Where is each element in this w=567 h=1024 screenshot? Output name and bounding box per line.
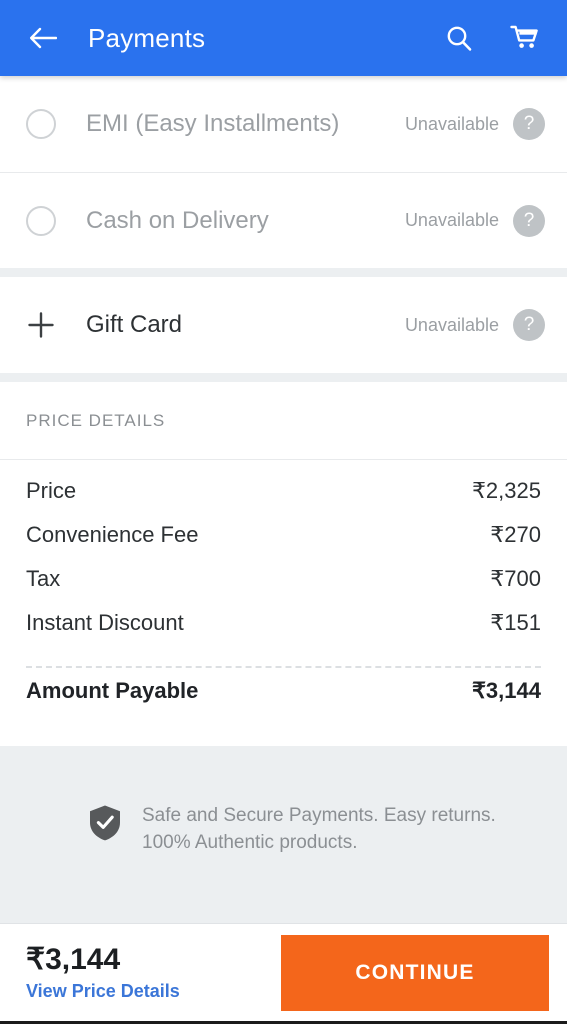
bottom-amount: ₹3,144 bbox=[26, 943, 121, 976]
gift-card-label: Gift Card bbox=[86, 311, 183, 338]
secure-banner-text: Safe and Secure Payments. Easy returns. … bbox=[142, 802, 496, 856]
price-details-title: PRICE DETAILS bbox=[26, 410, 166, 430]
help-icon[interactable]: ? bbox=[513, 309, 545, 341]
radio-icon[interactable] bbox=[26, 205, 56, 236]
help-icon[interactable]: ? bbox=[513, 108, 545, 140]
search-button[interactable] bbox=[439, 18, 479, 58]
bottom-action-bar: ₹3,144 View Price Details CONTINUE bbox=[0, 923, 567, 1021]
help-icon[interactable]: ? bbox=[513, 204, 545, 237]
gift-card-row[interactable]: Gift Card Unavailable ? bbox=[0, 277, 567, 373]
view-price-details-link[interactable]: View Price Details bbox=[26, 980, 180, 1002]
price-row: Instant Discount ₹151 bbox=[26, 610, 541, 654]
search-icon bbox=[447, 26, 472, 51]
plus-glyph bbox=[28, 312, 54, 338]
arrow-back-icon bbox=[30, 27, 57, 49]
secure-banner-line2: 100% Authentic products. bbox=[142, 832, 358, 853]
status-badge: Unavailable bbox=[404, 314, 499, 335]
price-row: Convenience Fee ₹270 bbox=[26, 522, 541, 566]
price-row-label: Tax bbox=[26, 566, 61, 591]
price-details-header: PRICE DETAILS bbox=[0, 382, 567, 460]
page-title: Payments bbox=[88, 22, 206, 53]
secure-banner-line1: Safe and Secure Payments. Easy returns. bbox=[142, 805, 496, 826]
price-row-label: Price bbox=[26, 478, 77, 503]
price-row-value: ₹700 bbox=[490, 566, 541, 591]
content-scroll: EMI (Easy Installments) Unavailable ? Ca… bbox=[0, 76, 567, 923]
payment-options-card: EMI (Easy Installments) Unavailable ? Ca… bbox=[0, 76, 567, 268]
continue-button[interactable]: CONTINUE bbox=[281, 934, 549, 1011]
bottom-amount-group: ₹3,144 View Price Details bbox=[26, 943, 180, 1002]
secure-payments-banner: Safe and Secure Payments. Easy returns. … bbox=[0, 746, 567, 923]
payment-option-cod[interactable]: Cash on Delivery Unavailable ? bbox=[0, 172, 567, 268]
status-badge: Unavailable bbox=[404, 113, 499, 134]
payment-option-label: EMI (Easy Installments) bbox=[86, 110, 340, 137]
radio-icon[interactable] bbox=[26, 109, 56, 139]
status-badge: Unavailable bbox=[404, 210, 499, 230]
payments-screen: Payments EMI (Easy Installments) Unavail… bbox=[0, 0, 567, 1024]
price-row-value: ₹2,325 bbox=[471, 478, 541, 503]
back-button[interactable] bbox=[26, 21, 60, 55]
price-row: Tax ₹700 bbox=[26, 566, 541, 610]
price-row-value: ₹270 bbox=[490, 522, 541, 547]
app-bar: Payments bbox=[0, 0, 567, 76]
amount-payable-row: Amount Payable ₹3,144 bbox=[26, 678, 541, 726]
payment-option-label: Cash on Delivery bbox=[86, 206, 269, 234]
shopping-cart-icon bbox=[510, 25, 538, 48]
price-row-label: Convenience Fee bbox=[26, 522, 199, 547]
price-row-label: Instant Discount bbox=[26, 610, 184, 635]
price-details-card: PRICE DETAILS Price ₹2,325 Convenience F… bbox=[0, 382, 567, 746]
gift-card-card: Gift Card Unavailable ? bbox=[0, 277, 567, 373]
section-divider bbox=[0, 373, 567, 382]
dashed-divider bbox=[26, 666, 541, 668]
cart-button[interactable] bbox=[505, 18, 545, 58]
section-divider bbox=[0, 268, 567, 277]
amount-payable-value: ₹3,144 bbox=[471, 678, 541, 703]
amount-payable-label: Amount Payable bbox=[26, 678, 199, 703]
payment-option-emi[interactable]: EMI (Easy Installments) Unavailable ? bbox=[0, 76, 567, 172]
plus-icon[interactable] bbox=[26, 310, 56, 340]
price-row-value: ₹151 bbox=[490, 610, 541, 635]
price-details-body: Price ₹2,325 Convenience Fee ₹270 Tax ₹7… bbox=[0, 460, 567, 746]
shield-check-icon bbox=[90, 805, 120, 841]
price-row: Price ₹2,325 bbox=[26, 478, 541, 522]
